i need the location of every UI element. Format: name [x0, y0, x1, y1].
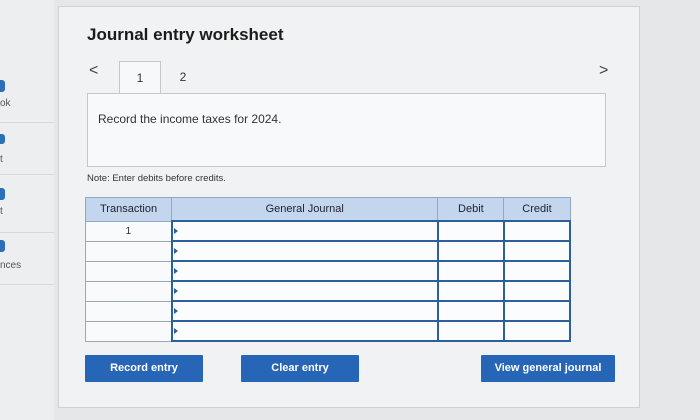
account-select[interactable] — [170, 240, 439, 262]
view-general-journal-button[interactable]: View general journal — [481, 355, 615, 382]
caret-right-icon — [173, 268, 178, 275]
credit-input[interactable] — [502, 220, 572, 242]
clear-entry-button[interactable]: Clear entry — [241, 355, 359, 382]
sidebar: ok t t nces — [0, 0, 54, 420]
chevron-left-icon[interactable]: < — [89, 62, 98, 80]
account-select[interactable] — [170, 280, 439, 302]
debit-input[interactable] — [436, 280, 505, 302]
transaction-cell — [84, 280, 173, 302]
caret-right-icon — [173, 328, 178, 335]
sidebar-item-label: nces — [0, 260, 22, 271]
debit-input[interactable] — [436, 220, 505, 242]
caret-right-icon — [173, 288, 178, 295]
caret-right-icon — [173, 248, 178, 255]
debit-input[interactable] — [436, 320, 505, 342]
credit-input[interactable] — [502, 240, 572, 262]
column-header-debit: Debit — [437, 197, 505, 222]
caret-right-icon — [173, 308, 178, 315]
page-title: Journal entry worksheet — [87, 25, 284, 44]
sidebar-item-label: ok — [0, 98, 11, 109]
account-select[interactable] — [170, 260, 439, 282]
debit-input[interactable] — [436, 300, 505, 322]
caret-right-icon — [173, 228, 178, 235]
column-header-transaction: Transaction — [84, 197, 173, 222]
transaction-cell: 1 — [84, 220, 173, 242]
transaction-cell — [84, 240, 173, 262]
sidebar-item-1[interactable]: ok — [0, 78, 54, 123]
account-select[interactable] — [170, 300, 439, 322]
sidebar-marker — [0, 80, 5, 92]
sidebar-item-3[interactable]: t — [0, 176, 54, 233]
record-entry-button[interactable]: Record entry — [85, 355, 203, 382]
credit-input[interactable] — [502, 280, 572, 302]
table-row — [84, 240, 572, 262]
table-row — [84, 320, 572, 342]
account-select[interactable] — [170, 320, 439, 342]
instruction-box: Record the income taxes for 2024. — [87, 93, 606, 167]
credit-input[interactable] — [502, 300, 572, 322]
column-header-general-journal: General Journal — [171, 197, 439, 222]
table-row: 1 — [84, 220, 572, 242]
credit-input[interactable] — [502, 260, 572, 282]
note-text: Note: Enter debits before credits. — [87, 173, 226, 184]
sidebar-item-4[interactable]: nces — [0, 234, 54, 285]
tab-2[interactable]: 2 — [163, 61, 203, 93]
credit-input[interactable] — [502, 320, 572, 342]
table-row — [84, 280, 572, 302]
debit-input[interactable] — [436, 260, 505, 282]
table-row — [84, 260, 572, 282]
instruction-text: Record the income taxes for 2024. — [98, 112, 282, 126]
table-header-row: Transaction General Journal Debit Credit — [84, 197, 571, 222]
chevron-right-icon[interactable]: > — [599, 62, 608, 80]
table-row — [84, 300, 572, 322]
sidebar-item-label: t — [0, 206, 3, 217]
account-select[interactable] — [170, 220, 439, 242]
transaction-cell — [84, 260, 173, 282]
worksheet-panel: Journal entry worksheet < 1 2 > Record t… — [58, 6, 640, 408]
sidebar-marker — [0, 188, 5, 200]
sidebar-marker — [0, 134, 5, 144]
transaction-cell — [84, 300, 173, 322]
journal-table: Transaction General Journal Debit Credit… — [84, 197, 572, 342]
sidebar-item-2[interactable]: t — [0, 124, 54, 175]
transaction-cell — [84, 320, 173, 342]
sidebar-marker — [0, 240, 5, 252]
debit-input[interactable] — [436, 240, 505, 262]
column-header-credit: Credit — [503, 197, 571, 222]
sidebar-item-label: t — [0, 154, 3, 165]
